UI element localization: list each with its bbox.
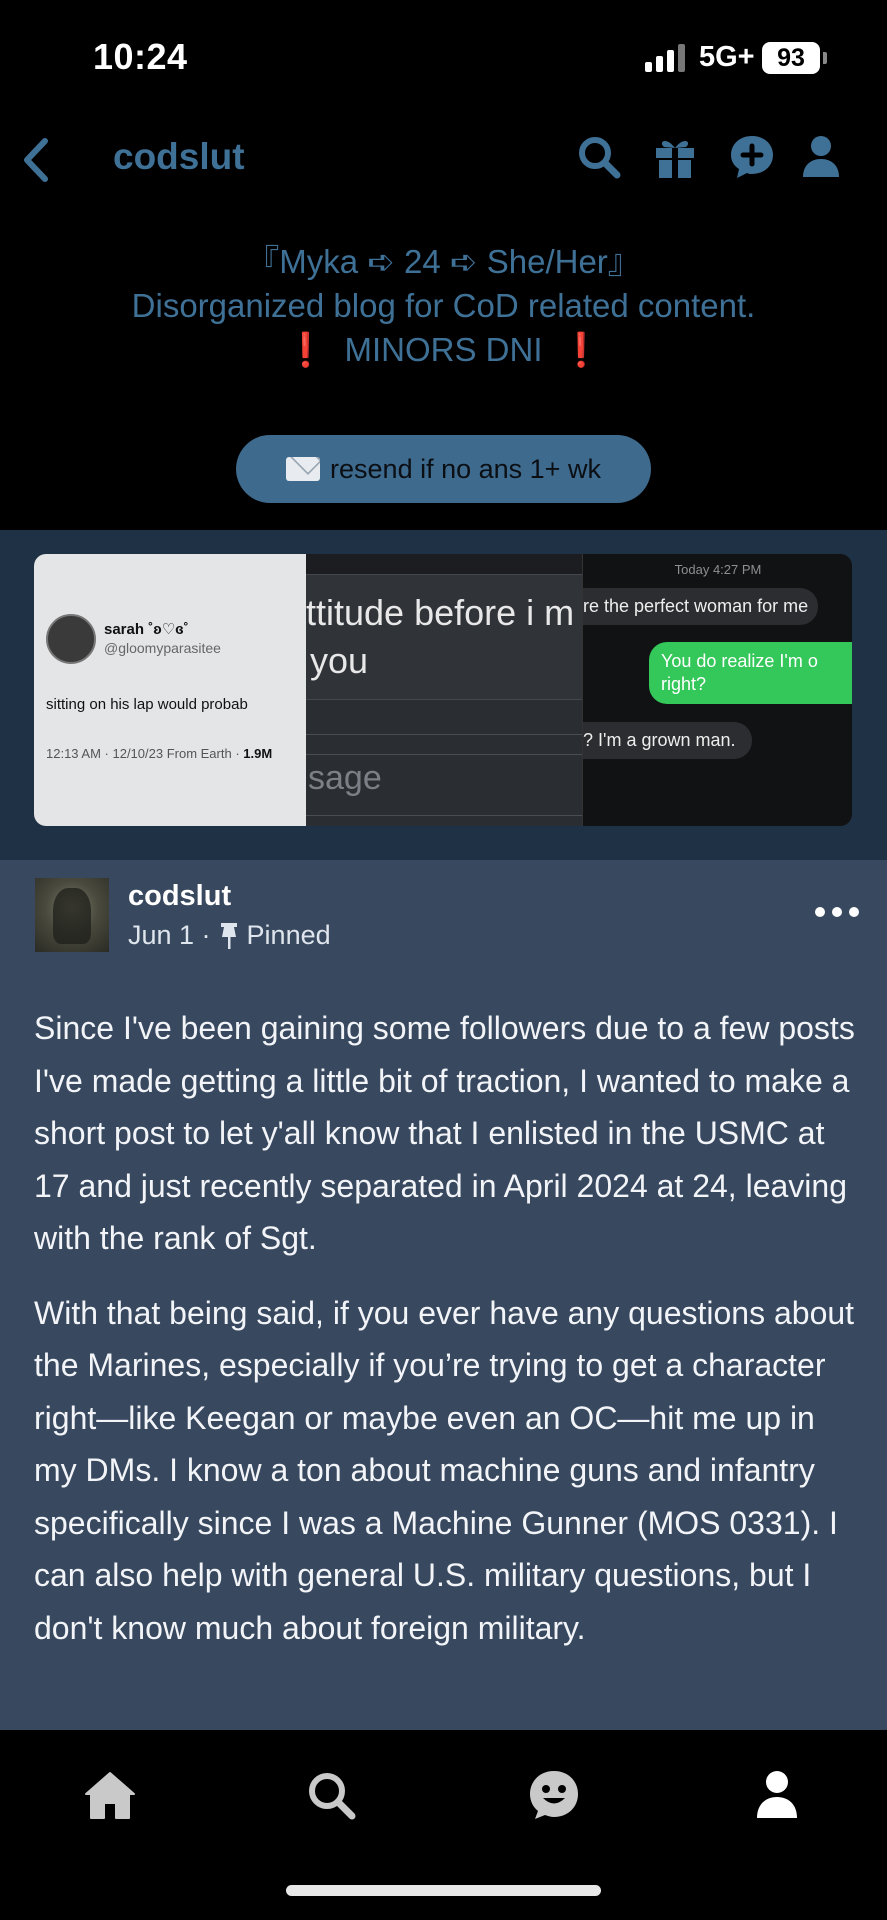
post-image[interactable]: sarah ˚ʚ♡ɞ˚ @gloomyparasitee sitting on … (34, 554, 852, 826)
tweet-text: sitting on his lap would probab (46, 696, 248, 713)
app-header: codslut (0, 110, 887, 210)
post-paragraph: With that being said, if you ever have a… (34, 1294, 855, 1646)
sms-screenshot: Today 4:27 PM re the perfect woman for m… (582, 554, 852, 826)
battery-tip (823, 52, 827, 64)
sms-received-bubble: re the perfect woman for me (583, 588, 819, 625)
chat-text-line: you (310, 640, 369, 681)
post-body: Since I've been gaining some followers d… (34, 1002, 860, 1676)
tweet-meta: 12:13 AM · 12/10/23 From Earth · 1.9M (46, 746, 273, 761)
chat-screenshot: ttitude before i m you sage (306, 554, 582, 826)
description-line: ❗ MINORS DNI ❗ (0, 328, 887, 372)
post-meta: Jun 1 · Pinned (128, 920, 331, 951)
back-chevron-icon[interactable] (14, 130, 58, 190)
gift-icon[interactable] (648, 130, 702, 184)
ask-button-label: resend if no ans 1+ wk (330, 453, 601, 484)
status-bar: 10:24 5G+ 93 (0, 0, 887, 110)
sms-received-bubble: ? I'm a grown man. (583, 722, 752, 759)
account-icon[interactable] (737, 1755, 817, 1835)
post-author[interactable]: codslut (128, 880, 231, 913)
tweet-name: sarah ˚ʚ♡ɞ˚ (104, 621, 189, 638)
tweet-handle: @gloomyparasitee (104, 640, 221, 656)
more-options-icon[interactable] (815, 902, 859, 922)
description-line: 『Myka ➪ 24 ➪ She/Her』 (246, 243, 641, 280)
description-warning: MINORS DNI (344, 331, 543, 368)
exclamation-icon: ❗ (285, 331, 327, 368)
signal-icon (645, 44, 687, 72)
network-type: 5G+ (699, 41, 755, 73)
envelope-icon (286, 457, 321, 481)
home-indicator[interactable] (286, 1885, 601, 1896)
post-paragraph: Since I've been gaining some followers d… (34, 1010, 855, 1256)
post-date: Jun 1 · (128, 920, 211, 950)
chat-text-line: ttitude before i m (306, 592, 575, 633)
pinned-post: codslut Jun 1 · Pinned Since I've been g… (0, 860, 887, 1730)
tweet-avatar (46, 614, 96, 664)
sms-time: Today 4:27 PM (674, 562, 762, 577)
media-band: sarah ˚ʚ♡ɞ˚ @gloomyparasitee sitting on … (0, 530, 887, 860)
pin-icon (217, 921, 241, 951)
home-icon[interactable] (70, 1755, 150, 1835)
description-line: Disorganized blog for CoD related conten… (131, 287, 756, 324)
blog-description: 『Myka ➪ 24 ➪ She/Her』 Disorganized blog … (0, 240, 887, 372)
battery-icon: 93 (762, 42, 820, 74)
activity-face-icon[interactable] (514, 1755, 594, 1835)
blog-name[interactable]: codslut (113, 136, 245, 178)
new-message-icon[interactable] (725, 130, 779, 184)
search-icon[interactable] (291, 1755, 371, 1835)
exclamation-icon: ❗ (560, 331, 602, 368)
chat-placeholder: sage (308, 759, 382, 797)
chat-divider (306, 734, 582, 735)
chat-top-band (306, 554, 582, 574)
status-time: 10:24 (93, 36, 188, 77)
search-icon[interactable] (572, 130, 626, 184)
pinned-label: Pinned (246, 920, 331, 950)
sms-sent-bubble: You do realize I'm o right? (649, 642, 852, 704)
ask-button[interactable]: resend if no ans 1+ wk (236, 435, 651, 503)
avatar[interactable] (35, 878, 109, 952)
tweet-screenshot: sarah ˚ʚ♡ɞ˚ @gloomyparasitee sitting on … (34, 554, 306, 826)
account-icon[interactable] (794, 130, 848, 184)
